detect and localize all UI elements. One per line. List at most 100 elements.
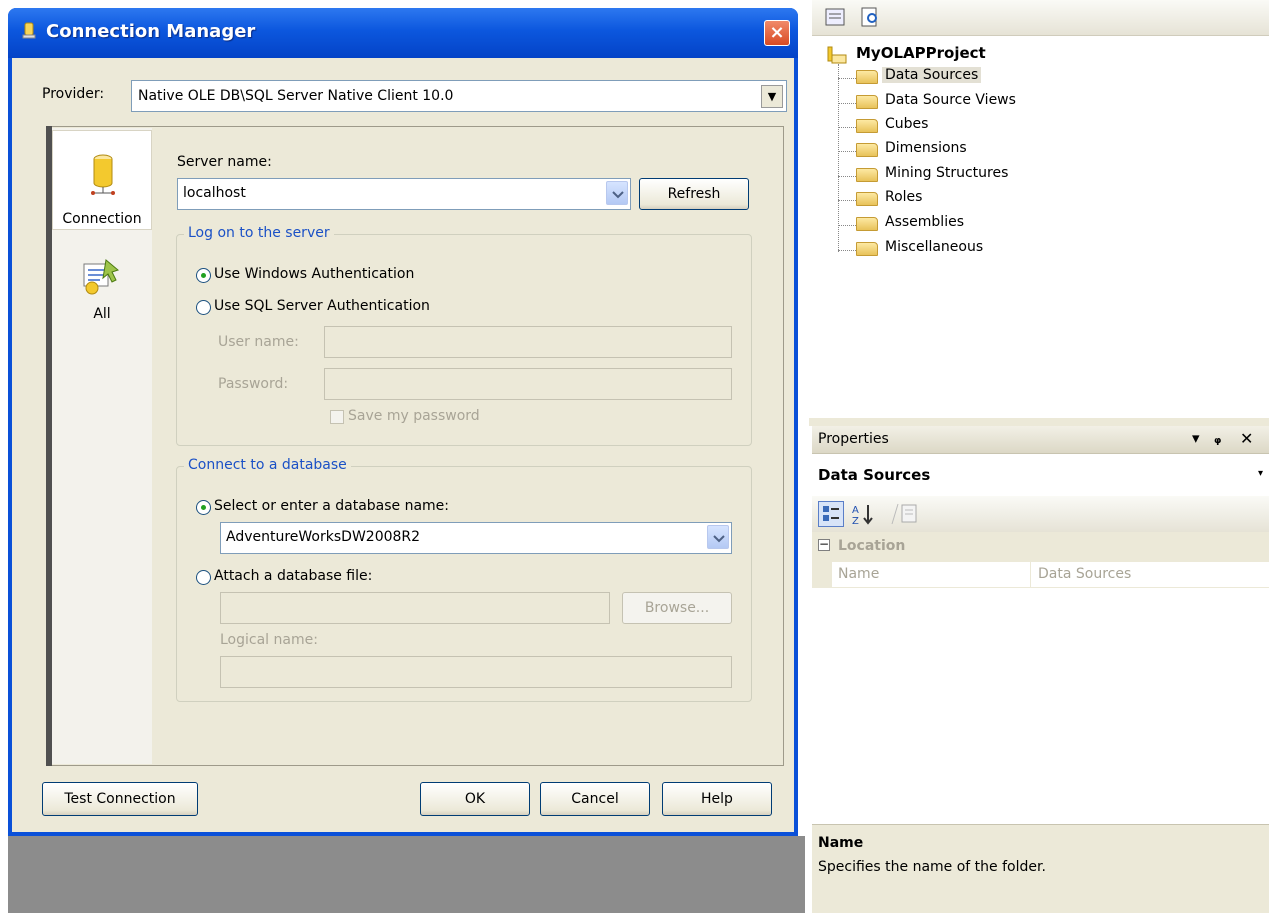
project-icon [827,46,847,64]
properties-icon [83,259,120,295]
folder-icon [856,242,878,256]
browse-button[interactable]: Browse... [622,592,732,624]
nav-item-connection[interactable]: Connection [52,130,152,230]
server-name-label: Server name: [177,154,272,170]
server-name-combo[interactable]: localhost [177,178,631,210]
description-text: Specifies the name of the folder. [818,859,1046,875]
save-password-checkbox[interactable] [330,410,344,424]
properties-object-name: Data Sources [818,466,931,484]
view-code-icon[interactable] [858,6,882,28]
chevron-down-icon[interactable]: ▾ [1258,468,1263,479]
save-password-label: Save my password [348,408,480,424]
panel-splitter[interactable] [809,418,1269,426]
database-name-combo[interactable]: AdventureWorksDW2008R2 [220,522,732,554]
chevron-down-icon[interactable] [606,181,628,205]
attach-file-field[interactable] [220,592,610,624]
help-button[interactable]: Help [662,782,772,816]
folder-label: Miscellaneous [885,239,984,255]
chevron-down-icon[interactable]: ▼ [761,85,783,108]
property-value: Data Sources [1038,566,1132,582]
collapse-icon[interactable]: − [818,538,830,551]
tree-line [838,64,839,252]
property-pages-icon[interactable] [890,502,918,526]
folder-icon [856,143,878,157]
properties-header: Properties ▾ ᵩ ✕ [812,426,1269,454]
folder-label: Assemblies [885,214,964,230]
logical-name-field[interactable] [220,656,732,688]
tree-line [838,103,856,104]
folder-label: Data Source Views [885,92,1016,108]
description-title: Name [818,835,864,851]
tree-line [838,78,856,79]
nav-item-all[interactable]: All [52,250,152,330]
folder-icon [856,70,878,84]
sql-auth-radio[interactable] [196,300,211,315]
provider-label: Provider: [42,86,105,102]
connection-manager-dialog: Connection Manager × Provider: Native OL… [8,8,798,836]
cancel-button[interactable]: Cancel [540,782,650,816]
row-gutter [812,562,832,588]
column-divider [1030,562,1031,588]
solution-explorer-toolbar [812,0,1269,36]
test-connection-button[interactable]: Test Connection [42,782,198,816]
server-name-value: localhost [183,185,246,201]
sql-auth-label: Use SQL Server Authentication [214,298,430,314]
project-name: MyOLAPProject [856,44,986,62]
folder-label: Data Sources [882,67,982,83]
password-field[interactable] [324,368,732,400]
properties-title: Properties [818,431,889,447]
ok-button[interactable]: OK [420,782,530,816]
connection-app-icon [22,22,36,39]
folder-icon [856,168,878,182]
logon-group-title: Log on to the server [184,225,334,241]
logical-name-label: Logical name: [220,632,318,648]
close-button[interactable]: × [764,20,790,46]
database-name-value: AdventureWorksDW2008R2 [226,529,421,545]
properties-toolbar: A Z [812,496,1269,532]
database-icon [91,154,115,195]
alphabetical-sort-icon[interactable]: A Z [850,502,878,526]
property-grid: − Location Name Data Sources [812,532,1269,820]
nav-label-all: All [93,306,111,322]
folder-label: Dimensions [885,140,967,156]
dropdown-icon[interactable]: ▾ [1192,429,1200,447]
windows-auth-radio[interactable] [196,268,211,283]
chevron-down-icon[interactable] [707,525,729,549]
tree-line [838,176,856,177]
username-label: User name: [218,334,299,350]
provider-select[interactable]: Native OLE DB\SQL Server Native Client 1… [131,80,787,112]
provider-value: Native OLE DB\SQL Server Native Client 1… [138,88,454,104]
folder-icon [856,95,878,109]
dialog-titlebar[interactable]: Connection Manager × [8,8,798,58]
tree-line [838,250,856,251]
tree-line [838,200,856,201]
dialog-client-area: Provider: Native OLE DB\SQL Server Nativ… [12,58,794,832]
svg-text:Z: Z [852,516,859,526]
properties-object-selector[interactable]: Data Sources ▾ [812,460,1269,492]
attach-db-radio[interactable] [196,570,211,585]
attach-db-label: Attach a database file: [214,568,373,584]
folder-label: Cubes [885,116,929,132]
username-field[interactable] [324,326,732,358]
page-nav: Connection All [52,128,152,764]
tree-line [838,225,856,226]
tree-line [838,127,856,128]
category-row[interactable]: − Location [812,532,1269,562]
categorized-icon[interactable] [818,501,844,527]
pin-icon[interactable]: ᵩ [1214,429,1221,447]
property-name: Name [838,566,880,582]
folder-label: Mining Structures [885,165,1009,181]
folder-icon [856,192,878,206]
category-label: Location [838,538,906,554]
background-gray-area [8,836,805,913]
properties-toolbar-icon[interactable] [824,6,848,28]
database-group-title: Connect to a database [184,457,351,473]
property-row[interactable]: Name Data Sources [812,562,1269,588]
property-description: Name Specifies the name of the folder. [812,824,1269,913]
select-db-radio[interactable] [196,500,211,515]
refresh-button[interactable]: Refresh [639,178,749,210]
svg-text:A: A [852,505,859,516]
folder-icon [856,217,878,231]
folder-icon [856,119,878,133]
close-icon[interactable]: ✕ [1240,429,1253,448]
